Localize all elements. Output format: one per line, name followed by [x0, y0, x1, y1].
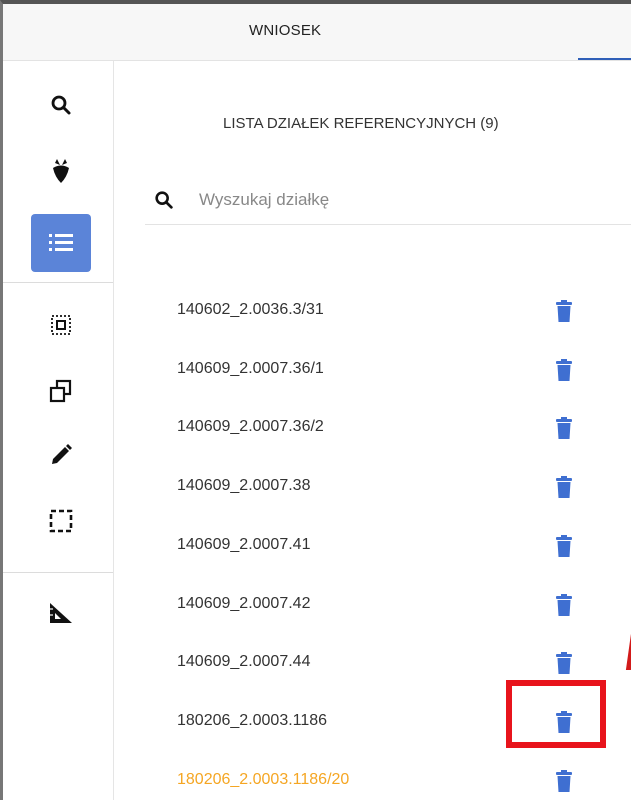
list-item[interactable]: 180206_2.0003.1186/20: [177, 751, 631, 800]
sidebar-copy-button[interactable]: [31, 363, 91, 419]
ruler-triangle-icon: [50, 603, 72, 623]
list-item[interactable]: 140609_2.0007.36/2: [177, 398, 631, 456]
trash-icon: [556, 300, 572, 322]
sidebar-divider: [3, 282, 113, 283]
header: WNIOSEK: [3, 4, 631, 61]
tab-wniosek[interactable]: WNIOSEK: [249, 22, 321, 39]
list-item[interactable]: 140602_2.0036.3/31: [177, 281, 631, 339]
delete-button[interactable]: [550, 414, 578, 442]
delete-button[interactable]: [550, 767, 578, 795]
sidebar-list-button[interactable]: [31, 214, 91, 272]
sidebar-select-button[interactable]: [31, 297, 91, 353]
search-bar: [145, 174, 631, 225]
crop-frame-icon: [49, 509, 73, 533]
delete-button[interactable]: [550, 532, 578, 560]
app-panel: WNIOSEK LISTA DZIAŁEK REFERENCYJNYCH (9)…: [0, 0, 631, 800]
trash-icon: [556, 534, 572, 557]
sidebar-measure-button[interactable]: [31, 585, 91, 641]
select-area-icon: [51, 315, 71, 335]
delete-button[interactable]: [550, 591, 578, 619]
trash-icon: [556, 593, 572, 616]
sidebar-edit-button[interactable]: [31, 427, 91, 483]
list-item[interactable]: 140609_2.0007.41: [177, 516, 631, 574]
trash-icon: [556, 476, 572, 499]
trash-icon: [556, 769, 572, 792]
list-item[interactable]: 140609_2.0007.42: [177, 575, 631, 633]
list-item[interactable]: 140609_2.0007.36/1: [177, 340, 631, 398]
beet-icon: [53, 159, 69, 183]
parcel-id-label: 140602_2.0036.3/31: [177, 301, 324, 318]
parcel-id-label: 140609_2.0007.38: [177, 477, 311, 495]
search-icon: [51, 95, 71, 115]
sidebar-divider: [3, 572, 113, 573]
pencil-icon: [52, 444, 72, 464]
parcel-id-label: 140609_2.0007.41: [177, 535, 311, 553]
delete-button[interactable]: [550, 473, 578, 501]
list-item[interactable]: 140609_2.0007.38: [177, 457, 631, 515]
trash-icon: [556, 417, 572, 440]
sidebar: [3, 61, 114, 800]
parcel-id-label: 140609_2.0007.36/1: [177, 359, 324, 377]
trash-icon: [556, 358, 572, 381]
delete-button[interactable]: [550, 297, 578, 325]
parcel-id-label: 140609_2.0007.44: [177, 653, 311, 671]
page-title: LISTA DZIAŁEK REFERENCYJNYCH (9): [223, 115, 499, 132]
list-icon: [49, 234, 73, 251]
active-tab-indicator: [578, 58, 631, 60]
delete-button[interactable]: [550, 356, 578, 384]
parcel-id-label: 140609_2.0007.36/2: [177, 418, 324, 436]
trash-icon: [556, 652, 572, 675]
search-icon: [155, 191, 173, 209]
parcel-id-label: 140609_2.0007.42: [177, 594, 311, 612]
sidebar-search-button[interactable]: [31, 77, 91, 133]
copy-icon: [49, 379, 72, 403]
parcel-id-label: 180206_2.0003.1186/20: [177, 770, 350, 788]
annotation-highlight-box: [506, 680, 606, 748]
sidebar-frame-button[interactable]: [31, 493, 91, 549]
sidebar-crop-button[interactable]: [31, 143, 91, 199]
parcel-id-label: 180206_2.0003.1186: [177, 711, 328, 729]
delete-button[interactable]: [550, 649, 578, 677]
search-input[interactable]: [197, 186, 601, 214]
